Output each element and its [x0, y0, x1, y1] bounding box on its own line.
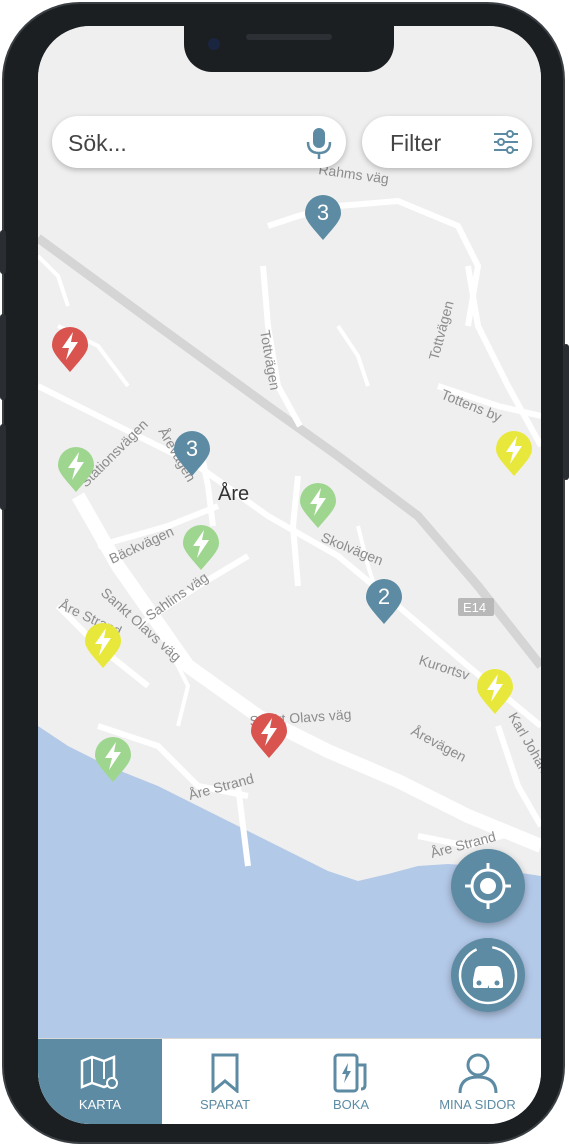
- charger-pin-red[interactable]: [50, 326, 90, 374]
- tab-label: SPARAT: [199, 1097, 251, 1112]
- map-label-e14: E14: [463, 600, 486, 615]
- locate-me-button[interactable]: [451, 849, 525, 923]
- volume-up-button: [0, 314, 6, 400]
- cluster-pin[interactable]: 3: [172, 430, 212, 478]
- tab-sparat[interactable]: SPARAT: [162, 1039, 288, 1124]
- charger-pin-yellow[interactable]: [475, 668, 515, 716]
- car-charging-button[interactable]: [451, 938, 525, 1012]
- phone-notch: [184, 26, 394, 72]
- tab-label: BOKA: [332, 1097, 370, 1112]
- user-icon: [458, 1053, 498, 1093]
- car-charging-icon: [458, 945, 518, 1005]
- sliders-icon: [492, 128, 520, 161]
- crosshair-icon: [465, 863, 511, 909]
- volume-down-button: [0, 424, 6, 510]
- map-icon: [80, 1055, 118, 1089]
- bookmark-icon: [211, 1053, 239, 1093]
- tab-mina-sidor[interactable]: MINA SIDOR: [414, 1039, 541, 1124]
- phone-frame: Rahms väg Tottvägen Tottvägen Tottens by…: [0, 2, 569, 1144]
- mute-switch: [0, 230, 6, 274]
- earpiece-speaker: [246, 34, 332, 40]
- cluster-pin[interactable]: 3: [303, 194, 343, 242]
- charger-pin-green[interactable]: [181, 524, 221, 572]
- charger-pin-green[interactable]: [93, 736, 133, 784]
- screen: Rahms väg Tottvägen Tottvägen Tottens by…: [38, 26, 541, 1124]
- charger-pin-green[interactable]: [56, 446, 96, 494]
- charger-pin-yellow[interactable]: [494, 430, 534, 478]
- tab-boka[interactable]: BOKA: [288, 1039, 414, 1124]
- bottom-tab-bar: KARTA SPARAT BOKA MINA SIDOR: [38, 1038, 541, 1124]
- charger-pin-green[interactable]: [298, 482, 338, 530]
- cluster-count: 3: [185, 436, 199, 461]
- tab-karta[interactable]: KARTA: [38, 1039, 162, 1124]
- microphone-icon[interactable]: [304, 126, 334, 165]
- search-input[interactable]: Sök...: [68, 130, 127, 157]
- front-camera: [208, 38, 220, 50]
- filter-button[interactable]: Filter: [362, 116, 532, 168]
- search-bar[interactable]: Sök...: [52, 116, 346, 168]
- cluster-pin[interactable]: 2: [364, 578, 404, 626]
- map-label-are: Åre: [218, 482, 249, 505]
- charger-icon: [333, 1053, 367, 1093]
- tab-label: MINA SIDOR: [439, 1097, 516, 1112]
- tab-label: KARTA: [78, 1097, 122, 1112]
- cluster-count: 2: [377, 584, 391, 609]
- charger-pin-yellow[interactable]: [83, 622, 123, 670]
- power-button: [563, 344, 569, 480]
- charger-pin-red[interactable]: [249, 712, 289, 760]
- cluster-count: 3: [316, 200, 330, 225]
- filter-label: Filter: [390, 130, 442, 156]
